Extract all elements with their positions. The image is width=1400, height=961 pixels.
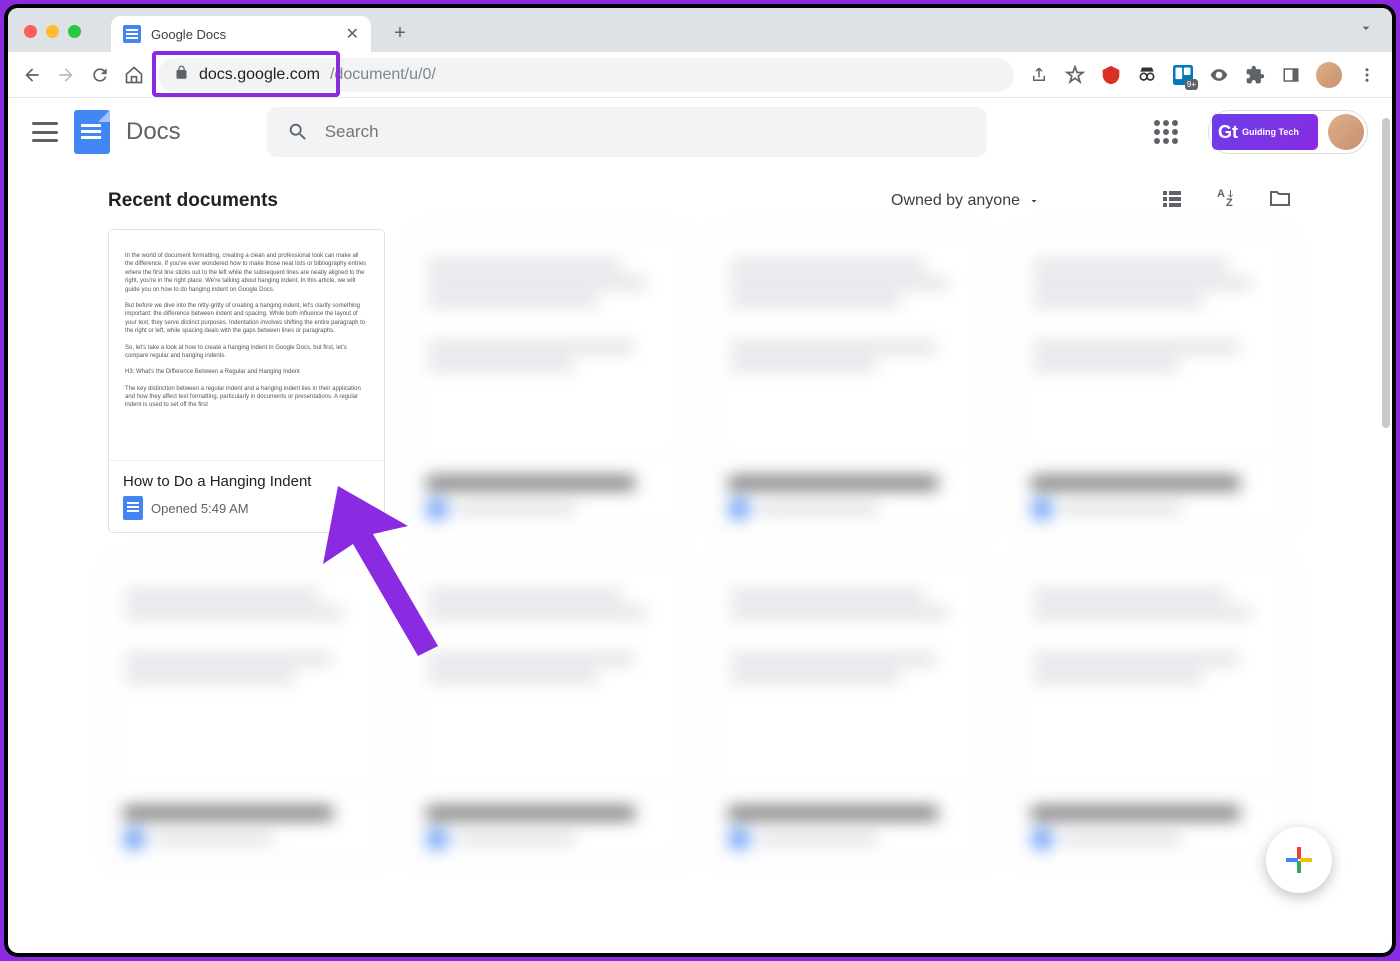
- lock-icon: [174, 65, 189, 85]
- share-icon[interactable]: [1028, 64, 1050, 86]
- chevron-down-icon: [1028, 195, 1040, 207]
- svg-text:A: A: [1217, 188, 1225, 200]
- section-title: Recent documents: [108, 190, 278, 212]
- browser-actions: 9+: [1028, 62, 1378, 88]
- home-button[interactable]: [124, 65, 144, 85]
- document-subtitle: Opened 5:49 AM: [151, 501, 249, 516]
- document-preview: In the world of document formatting, cre…: [109, 230, 384, 460]
- document-card-blurred[interactable]: [1016, 229, 1293, 533]
- app-title: Docs: [126, 118, 181, 146]
- plus-multicolor-icon: [1281, 842, 1317, 878]
- hamburger-menu-icon[interactable]: [32, 122, 58, 142]
- docs-header: Docs GtGuiding Tech: [8, 98, 1392, 166]
- profile-avatar-icon[interactable]: [1316, 62, 1342, 88]
- docs-favicon-icon: [123, 25, 141, 43]
- minimize-window-icon[interactable]: [46, 25, 59, 38]
- url-path: /document/u/0/: [330, 66, 436, 84]
- google-apps-icon[interactable]: [1154, 120, 1178, 144]
- reload-button[interactable]: [90, 65, 110, 85]
- document-card-blurred[interactable]: [411, 229, 688, 533]
- docs-logo-icon[interactable]: [74, 110, 110, 154]
- document-card-blurred[interactable]: [411, 559, 688, 863]
- maximize-window-icon[interactable]: [68, 25, 81, 38]
- search-box[interactable]: [267, 107, 987, 157]
- eye-extension-icon[interactable]: [1208, 64, 1230, 86]
- document-card-blurred[interactable]: [108, 559, 385, 863]
- browser-tab[interactable]: Google Docs ✕: [111, 16, 371, 52]
- tab-title: Google Docs: [151, 27, 226, 42]
- back-button[interactable]: [22, 65, 42, 85]
- scrollbar[interactable]: [1382, 118, 1390, 428]
- search-icon: [287, 121, 309, 143]
- document-card-blurred[interactable]: [713, 559, 990, 863]
- address-bar[interactable]: docs.google.com/document/u/0/: [158, 58, 1014, 92]
- owner-filter-dropdown[interactable]: Owned by anyone: [891, 192, 1040, 210]
- new-tab-button[interactable]: +: [385, 18, 415, 48]
- brand-logo: GtGuiding Tech: [1212, 114, 1318, 150]
- sidepanel-icon[interactable]: [1280, 64, 1302, 86]
- folder-picker-icon[interactable]: [1268, 186, 1292, 215]
- content-area: Recent documents Owned by anyone AZ In t…: [8, 166, 1392, 863]
- url-domain: docs.google.com: [199, 66, 320, 84]
- document-card-blurred[interactable]: [713, 229, 990, 533]
- svg-text:Z: Z: [1226, 197, 1233, 209]
- close-window-icon[interactable]: [24, 25, 37, 38]
- document-title: How to Do a Hanging Indent: [123, 473, 370, 490]
- incognito-extension-icon[interactable]: [1136, 64, 1158, 86]
- account-switcher[interactable]: GtGuiding Tech: [1208, 110, 1368, 154]
- browser-menu-icon[interactable]: [1356, 64, 1378, 86]
- tabs-overflow-icon[interactable]: [1358, 20, 1374, 41]
- bookmark-star-icon[interactable]: [1064, 64, 1086, 86]
- adblock-extension-icon[interactable]: [1100, 64, 1122, 86]
- user-avatar-icon: [1328, 114, 1364, 150]
- extension-badge: 9+: [1185, 79, 1198, 90]
- list-view-icon[interactable]: [1160, 186, 1184, 215]
- sort-az-icon[interactable]: AZ: [1214, 186, 1238, 215]
- docs-file-icon: [123, 496, 143, 520]
- document-card-blurred[interactable]: [1016, 559, 1293, 863]
- browser-toolbar: docs.google.com/document/u/0/ 9+: [8, 52, 1392, 98]
- tab-close-icon[interactable]: ✕: [346, 24, 359, 44]
- traffic-lights: [24, 25, 81, 38]
- search-input[interactable]: [325, 122, 967, 142]
- forward-button[interactable]: [56, 65, 76, 85]
- browser-tabbar: Google Docs ✕ +: [8, 8, 1392, 52]
- trello-extension-icon[interactable]: 9+: [1172, 64, 1194, 86]
- document-card[interactable]: In the world of document formatting, cre…: [108, 229, 385, 533]
- new-document-fab[interactable]: [1266, 827, 1332, 893]
- extensions-puzzle-icon[interactable]: [1244, 64, 1266, 86]
